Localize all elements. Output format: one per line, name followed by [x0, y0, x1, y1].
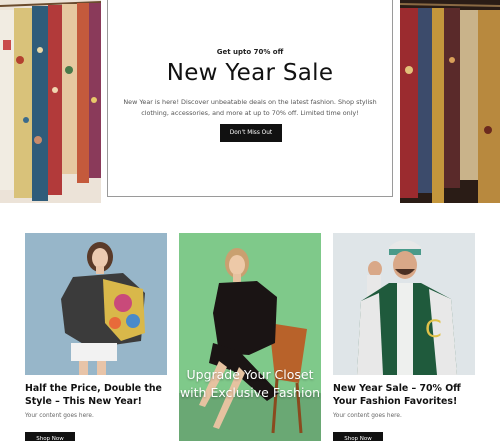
product-image-man-varsity-jacket: C [333, 233, 475, 375]
card-1-title: Half the Price, Double the Style – This … [25, 383, 162, 407]
shop-now-button-3[interactable]: Shop Now [333, 432, 383, 441]
hero-eyebrow: Get upto 70% off [216, 48, 284, 56]
product-card-1: Half the Price, Double the Style – This … [25, 233, 167, 441]
product-image-woman-jacket [25, 233, 167, 375]
dont-miss-out-button[interactable]: Don't Miss Out [220, 124, 282, 142]
product-card-3: C New Year Sale – 70% Off Your Fashion F… [333, 233, 475, 441]
card-2-overlay-title: Upgrade Your Closet with Exclusive Fashi… [179, 367, 321, 400]
product-image-woman-chair [179, 233, 321, 441]
svg-text:C: C [425, 315, 442, 343]
hero-description: New Year is here! Discover unbeatable de… [123, 98, 377, 117]
hero-title: New Year Sale [166, 60, 334, 86]
hero-text-card: Get upto 70% off New Year Sale New Year … [107, 0, 393, 197]
card-3-body: Your content goes here. [333, 413, 402, 419]
hero-clothing-rack-image-right [400, 0, 500, 203]
product-card-2[interactable]: Upgrade Your Closet with Exclusive Fashi… [179, 233, 321, 441]
hero-banner: Get upto 70% off New Year Sale New Year … [0, 0, 500, 205]
shop-now-button-1[interactable]: Shop Now [25, 432, 75, 441]
hero-clothing-rack-image-left [0, 0, 101, 203]
card-3-title: New Year Sale – 70% Off Your Fashion Fav… [333, 383, 461, 407]
card-1-body: Your content goes here. [25, 413, 94, 419]
